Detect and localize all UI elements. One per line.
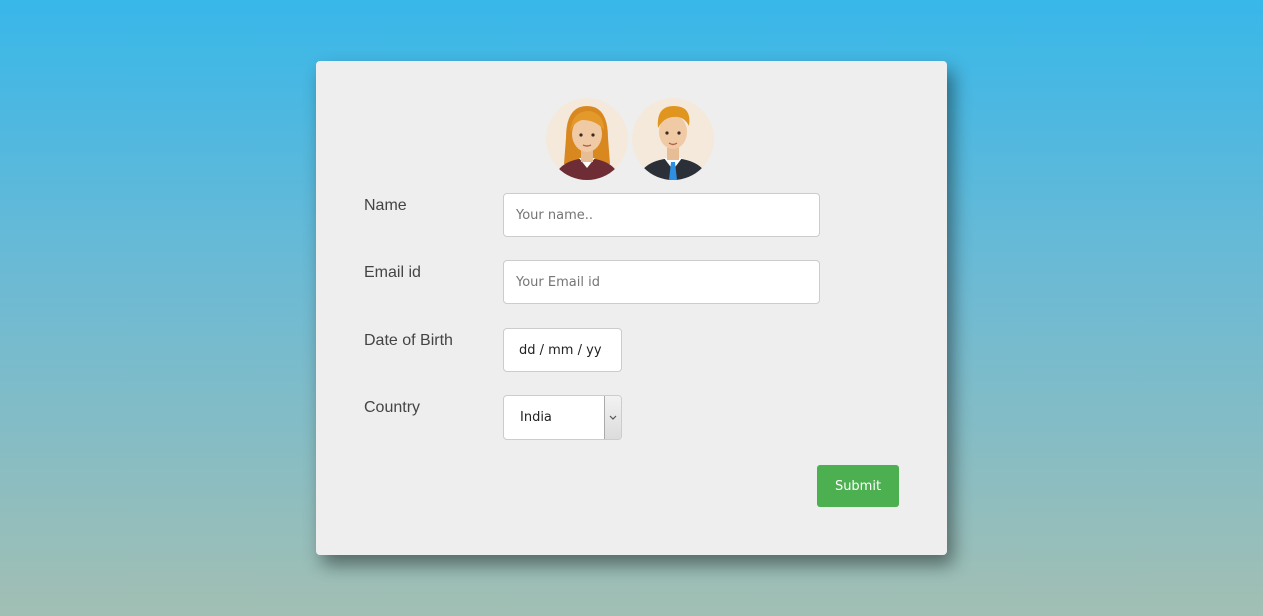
- email-input[interactable]: [503, 260, 820, 304]
- submit-button[interactable]: Submit: [817, 465, 899, 507]
- male-avatar-icon: [632, 98, 714, 180]
- avatar-group: [546, 98, 716, 182]
- female-avatar-icon: [546, 98, 628, 180]
- chevron-down-icon[interactable]: [604, 396, 621, 439]
- country-selected-value: India: [520, 410, 552, 425]
- email-label: Email id: [364, 264, 421, 281]
- name-label: Name: [364, 197, 407, 214]
- country-label: Country: [364, 399, 421, 416]
- country-select[interactable]: India: [503, 395, 622, 440]
- form-card: Name Email id Date of Birth dd / mm / yy…: [316, 61, 947, 555]
- dob-value: dd / mm / yy: [519, 342, 602, 358]
- dob-label: Date of Birth: [364, 332, 453, 349]
- name-input[interactable]: [503, 193, 820, 237]
- dob-input[interactable]: dd / mm / yy: [503, 328, 622, 372]
